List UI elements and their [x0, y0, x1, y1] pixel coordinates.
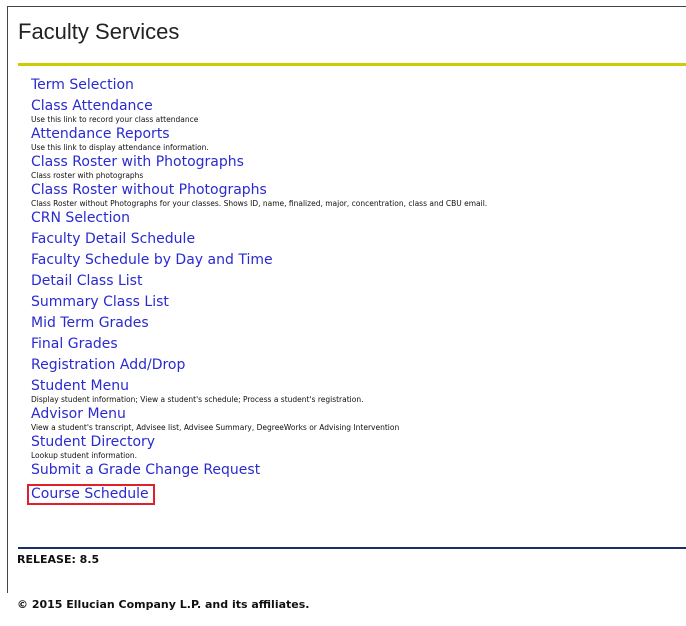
class-attendance-link[interactable]: Class Attendance [31, 98, 681, 115]
page-title: Faculty Services [18, 19, 180, 44]
menu-item-final-grades: Final Grades [31, 336, 681, 357]
student-directory-link[interactable]: Student Directory [31, 434, 681, 451]
summary-class-list-link[interactable]: Summary Class List [31, 294, 681, 311]
menu-item-mid-term-grades: Mid Term Grades [31, 315, 681, 336]
submit-grade-change-request-link[interactable]: Submit a Grade Change Request [31, 462, 681, 479]
class-roster-with-photographs-description: Class roster with photographs [31, 171, 144, 180]
class-roster-with-photographs-link[interactable]: Class Roster with Photographs [31, 154, 681, 171]
registration-add-drop-link[interactable]: Registration Add/Drop [31, 357, 681, 374]
detail-class-list-link[interactable]: Detail Class List [31, 273, 681, 290]
menu-item-crn-selection: CRN Selection [31, 210, 681, 231]
copyright-notice: © 2015 Ellucian Company L.P. and its aff… [17, 598, 310, 611]
menu-item-detail-class-list: Detail Class List [31, 273, 681, 294]
menu-item-summary-class-list: Summary Class List [31, 294, 681, 315]
student-menu-description: Display student information; View a stud… [31, 395, 364, 404]
menu-item-faculty-schedule-day-time: Faculty Schedule by Day and Time [31, 252, 681, 273]
final-grades-link[interactable]: Final Grades [31, 336, 681, 353]
faculty-detail-schedule-link[interactable]: Faculty Detail Schedule [31, 231, 681, 248]
crn-selection-link[interactable]: CRN Selection [31, 210, 681, 227]
menu-item-roster-with-photos: Class Roster with Photographs Class rost… [31, 154, 681, 180]
faculty-schedule-by-day-and-time-link[interactable]: Faculty Schedule by Day and Time [31, 252, 681, 269]
course-schedule-link[interactable]: Course Schedule [31, 486, 149, 503]
menu-item-advisor-menu: Advisor Menu View a student's transcript… [31, 406, 681, 432]
highlight-box: Course Schedule [27, 484, 155, 505]
title-divider [18, 63, 686, 66]
menu-item-roster-without-photos: Class Roster without Photographs Class R… [31, 182, 681, 208]
mid-term-grades-link[interactable]: Mid Term Grades [31, 315, 681, 332]
release-version: RELEASE: 8.5 [17, 553, 100, 566]
class-attendance-description: Use this link to record your class atten… [31, 115, 199, 124]
advisor-menu-description: View a student's transcript, Advisee lis… [31, 423, 400, 432]
menu-item-class-attendance: Class Attendance Use this link to record… [31, 98, 681, 124]
student-directory-description: Lookup student information. [31, 451, 137, 460]
menu-item-attendance-reports: Attendance Reports Use this link to disp… [31, 126, 681, 152]
menu-item-faculty-detail-schedule: Faculty Detail Schedule [31, 231, 681, 252]
menu-item-student-menu: Student Menu Display student information… [31, 378, 681, 404]
menu-item-term-selection: Term Selection [31, 77, 681, 98]
class-roster-without-photographs-description: Class Roster without Photographs for you… [31, 199, 488, 208]
menu-item-course-schedule: Course Schedule [27, 483, 681, 505]
attendance-reports-description: Use this link to display attendance info… [31, 143, 209, 152]
class-roster-without-photographs-link[interactable]: Class Roster without Photographs [31, 182, 681, 199]
menu-item-grade-change-request: Submit a Grade Change Request [31, 462, 681, 483]
attendance-reports-link[interactable]: Attendance Reports [31, 126, 681, 143]
advisor-menu-link[interactable]: Advisor Menu [31, 406, 681, 423]
menu-item-registration-add-drop: Registration Add/Drop [31, 357, 681, 378]
faculty-services-menu: Term Selection Class Attendance Use this… [27, 77, 681, 505]
term-selection-link[interactable]: Term Selection [31, 77, 681, 94]
footer-divider [18, 547, 686, 549]
student-menu-link[interactable]: Student Menu [31, 378, 681, 395]
menu-item-student-directory: Student Directory Lookup student informa… [31, 434, 681, 460]
